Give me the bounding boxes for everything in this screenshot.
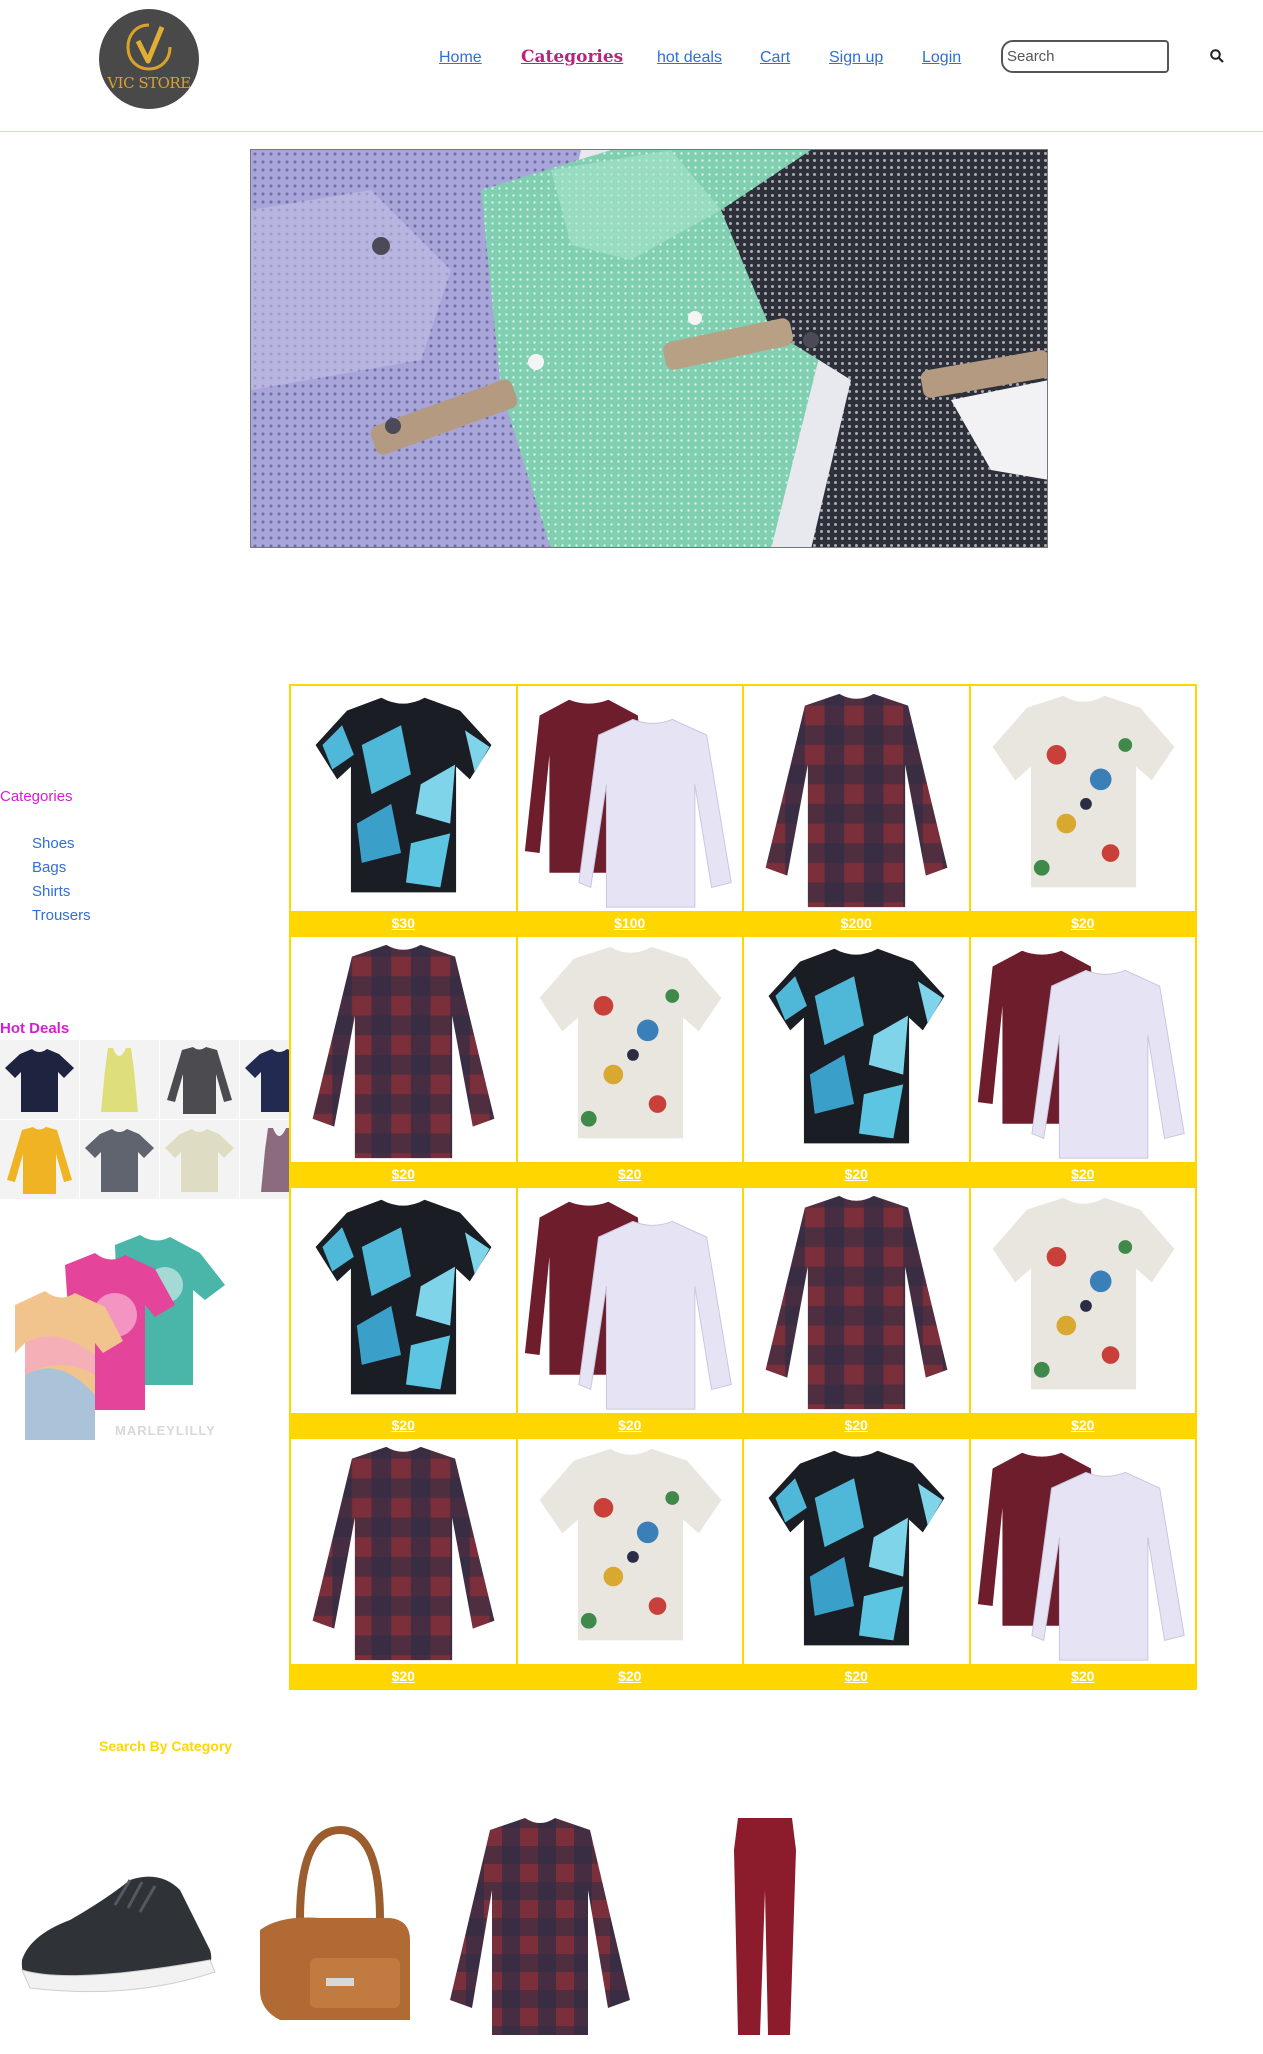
- product-price[interactable]: $20: [517, 1413, 742, 1437]
- category-link-trousers[interactable]: Trousers: [32, 907, 91, 924]
- logo-v-emblem-icon: [126, 23, 172, 71]
- category-trousers-image[interactable]: [660, 1810, 880, 2040]
- product-price[interactable]: $100: [517, 911, 742, 935]
- search-by-category-title: Search By Category: [99, 1738, 233, 1754]
- navy-tshirt-image: [5, 1049, 74, 1112]
- store-logo[interactable]: VIC STORE: [99, 9, 199, 109]
- product-card[interactable]: $20: [969, 685, 1196, 936]
- grey-tshirt-image: [85, 1129, 154, 1192]
- product-card[interactable]: $200: [743, 685, 970, 936]
- logo-text: VIC STORE: [107, 74, 191, 92]
- product-price[interactable]: $200: [744, 911, 969, 935]
- product-card[interactable]: $20: [743, 1438, 970, 1689]
- hot-deal-thumb[interactable]: [80, 1120, 159, 1199]
- category-link-bags[interactable]: Bags: [32, 859, 66, 876]
- product-price[interactable]: $20: [970, 1664, 1195, 1688]
- product-price[interactable]: $20: [970, 1162, 1195, 1186]
- product-price[interactable]: $20: [744, 1413, 969, 1437]
- nav-cart-link[interactable]: Cart: [760, 49, 790, 67]
- grey-longsleeve-image: [167, 1047, 232, 1114]
- product-card[interactable]: $20: [969, 936, 1196, 1187]
- category-link-shoes[interactable]: Shoes: [32, 835, 75, 852]
- product-card[interactable]: $20: [969, 1187, 1196, 1438]
- hot-deal-thumb[interactable]: [0, 1040, 79, 1119]
- nav-home-link[interactable]: Home: [439, 49, 482, 67]
- search-icon[interactable]: [1210, 49, 1224, 63]
- search-input[interactable]: [1001, 40, 1169, 73]
- product-price[interactable]: $20: [970, 911, 1195, 935]
- product-price[interactable]: $20: [744, 1664, 969, 1688]
- category-item-bags: Bags: [32, 859, 91, 883]
- hot-deal-thumb[interactable]: [0, 1120, 79, 1199]
- categories-title: Categories: [0, 788, 73, 805]
- category-shirt-image[interactable]: [430, 1810, 650, 2040]
- header-divider: [0, 131, 1263, 132]
- category-item-shoes: Shoes: [32, 835, 91, 859]
- category-item-trousers: Trousers: [32, 907, 91, 931]
- product-card[interactable]: $100: [516, 685, 743, 936]
- product-card[interactable]: $20: [290, 936, 517, 1187]
- promo-watermark: MARLEYLILLY: [115, 1423, 216, 1438]
- product-price[interactable]: $30: [291, 911, 516, 935]
- product-card[interactable]: $20: [516, 1187, 743, 1438]
- product-card[interactable]: $20: [516, 936, 743, 1187]
- product-card[interactable]: $20: [969, 1438, 1196, 1689]
- category-sneaker-image[interactable]: [10, 1810, 230, 2040]
- nav-hot-deals-link[interactable]: hot deals: [657, 49, 722, 67]
- hot-deal-thumb[interactable]: [160, 1040, 239, 1119]
- product-price[interactable]: $20: [517, 1162, 742, 1186]
- product-price[interactable]: $20: [517, 1664, 742, 1688]
- product-card[interactable]: $20: [290, 1438, 517, 1689]
- hot-deal-thumb[interactable]: [80, 1040, 159, 1119]
- category-item-shirts: Shirts: [32, 883, 91, 907]
- product-price[interactable]: $20: [744, 1162, 969, 1186]
- product-card[interactable]: $20: [743, 936, 970, 1187]
- product-card[interactable]: $30: [290, 685, 517, 936]
- product-grid: $30 $100 $200 $20 $20 $20 $20 $20 $20 $20 $20 $20 $2…: [289, 684, 1197, 1690]
- categories-list: Shoes Bags Shirts Trousers: [32, 835, 91, 931]
- product-price[interactable]: $20: [291, 1413, 516, 1437]
- product-card[interactable]: $20: [290, 1187, 517, 1438]
- nav-signup-link[interactable]: Sign up: [829, 49, 883, 67]
- hot-deals-title: Hot Deals: [0, 1020, 70, 1037]
- yellow-longsleeve-image: [7, 1127, 72, 1194]
- yellow-tank-top-image: [101, 1048, 138, 1112]
- product-card[interactable]: $20: [516, 1438, 743, 1689]
- hot-deals-grid: [0, 1040, 319, 1200]
- product-price[interactable]: $20: [291, 1664, 516, 1688]
- category-link-shirts[interactable]: Shirts: [32, 883, 70, 900]
- tie-dye-promo-image[interactable]: MARLEYLILLY: [5, 1225, 225, 1445]
- product-card[interactable]: $20: [743, 1187, 970, 1438]
- product-price[interactable]: $20: [970, 1413, 1195, 1437]
- hot-deal-thumb[interactable]: [160, 1120, 239, 1199]
- product-price[interactable]: $20: [291, 1162, 516, 1186]
- nav-categories-link[interactable]: Categories: [521, 47, 623, 67]
- nav-login-link[interactable]: Login: [922, 49, 961, 67]
- cream-tshirt-image: [165, 1129, 234, 1192]
- category-handbag-image[interactable]: [240, 1810, 460, 2040]
- hero-banner-image: [250, 149, 1048, 548]
